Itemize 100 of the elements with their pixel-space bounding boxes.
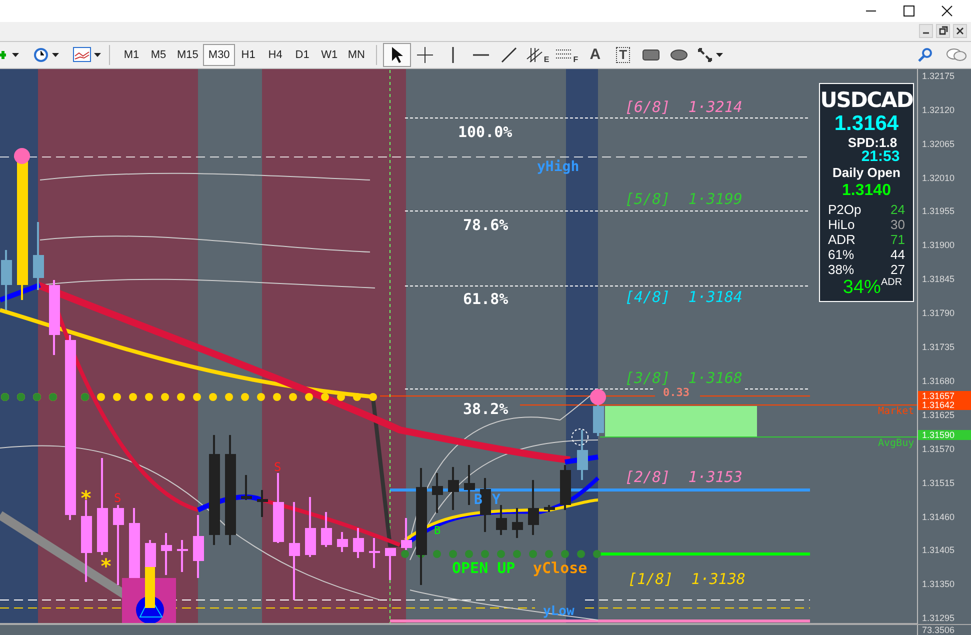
chart-annotation: AvgBuy (878, 438, 914, 449)
murrey-level-label: [2/8] 1·3153 (625, 470, 742, 485)
price-tick-label: 1.31680 (922, 376, 955, 386)
tool-letter: A (590, 44, 601, 65)
bar-marker (145, 566, 155, 608)
fibonacci-level-label: 38.2% (463, 398, 508, 420)
dashed-circle-marker (572, 428, 588, 446)
candlestick (448, 466, 459, 510)
candlestick (544, 504, 555, 512)
murrey-level-label: [1/8] 1·3138 (628, 572, 746, 587)
vertical-line-icon (452, 46, 454, 63)
candlestick (496, 504, 507, 535)
candlestick (257, 490, 268, 517)
timeframe-button[interactable]: W1 (316, 44, 343, 66)
chart-annotation: S (114, 492, 122, 504)
chart-annotation: S (274, 460, 282, 473)
candlestick (193, 514, 204, 578)
drawing-tool-button[interactable]: A (581, 42, 610, 67)
diagonal-line-icon (500, 46, 518, 64)
stat-value: 30 (890, 218, 905, 231)
candlestick (385, 548, 396, 580)
candlestick (432, 472, 443, 513)
chart-annotation: B (474, 492, 482, 507)
adr-percent: 34% (842, 278, 881, 297)
price-tick-label: 1.31295 (922, 614, 955, 624)
candlestick (161, 532, 172, 575)
minimize-icon[interactable] (919, 24, 933, 38)
price-tick-label: 1.31845 (922, 275, 955, 284)
clock-icon[interactable] (33, 46, 49, 63)
price-tick-label: 1.31625 (922, 410, 955, 420)
restore-icon[interactable] (936, 24, 950, 38)
price-tick-label: 1.32065 (922, 140, 955, 149)
marker-dot (590, 388, 606, 405)
price-tick-label: 1.31790 (922, 309, 955, 318)
price-tick-label: 1.32010 (922, 174, 955, 183)
search-icon[interactable] (917, 46, 933, 63)
rectangle-icon (642, 48, 660, 61)
chart-annotation: 0.33 (663, 386, 690, 398)
murrey-level-label: [5/8] 1·3199 (625, 192, 742, 207)
candlestick (321, 512, 332, 547)
chart-window-icon[interactable] (73, 47, 91, 62)
caret-icon (52, 52, 59, 57)
stat-value: 71 (890, 232, 905, 246)
current-price: 1.3164 (834, 112, 899, 134)
horizontal-line-icon (472, 54, 489, 56)
stat-name: ADR (828, 232, 856, 246)
caret-icon (94, 52, 101, 57)
drawing-tool-button[interactable]: T (609, 42, 638, 67)
chart-annotation: Market (878, 406, 914, 417)
candlestick (177, 540, 188, 572)
stat-value: 44 (890, 248, 905, 261)
caret-icon (12, 52, 19, 57)
stat-value: 24 (890, 202, 905, 216)
chart-annotation: yHigh (537, 160, 580, 174)
timeframe-button[interactable]: M5 (145, 44, 172, 66)
price-tag: 1.31657 (918, 390, 971, 401)
chart-annotation: * (80, 488, 92, 508)
price-tick-label: 1.31955 (922, 207, 955, 216)
candlestick (305, 496, 316, 557)
time-value: 21:53 (861, 148, 900, 164)
caret-icon (716, 52, 724, 57)
fibonacci-level-label: 78.6% (463, 214, 508, 236)
price-tick-label: 1.31405 (922, 546, 955, 556)
price-tick-label: 1.32120 (922, 106, 955, 115)
chart-annotation: Y (492, 492, 500, 507)
candlestick (401, 518, 412, 550)
timeframe-button[interactable]: D1 (288, 44, 316, 66)
chart-annotation: * (100, 556, 112, 576)
candlestick (353, 528, 364, 558)
candlestick (241, 474, 252, 500)
timeframe-button[interactable]: M15 (172, 44, 204, 66)
maximize-icon[interactable] (903, 4, 915, 17)
price-tick-label: 1.31350 (922, 580, 955, 590)
candlestick (464, 464, 475, 505)
murrey-level-label: [4/8] 1·3184 (625, 290, 742, 305)
stat-name: 38% (828, 262, 854, 276)
timeframe-button[interactable]: H4 (262, 44, 289, 66)
channel-lines-icon (526, 46, 544, 64)
ellipse-icon (670, 48, 688, 61)
symbol-name: USDCAD (820, 90, 913, 111)
chat-bubbles-icon[interactable] (945, 46, 967, 63)
candlestick (512, 508, 523, 538)
drawing-tool-button[interactable]: E (522, 42, 552, 67)
candlestick (480, 478, 491, 532)
drawing-tool-button[interactable]: F (552, 42, 582, 67)
chart-annotation: OPEN UP (452, 560, 516, 576)
tool-letter: F (573, 56, 578, 64)
indicator-reading: 73.3506 (921, 625, 956, 635)
stat-name: 61% (828, 248, 854, 261)
price-tag: 1.31642 (918, 400, 971, 410)
candlestick (577, 430, 588, 480)
price-tick-label: 1.31515 (922, 478, 955, 488)
timeframe-button[interactable]: H1 (234, 44, 262, 66)
timeframe-button[interactable]: MN (342, 44, 370, 66)
timeframe-button[interactable]: M30 (203, 44, 235, 66)
candlestick (33, 222, 44, 290)
drawing-tool-button[interactable] (382, 42, 411, 67)
close-icon[interactable] (941, 4, 953, 17)
timeframe-button[interactable]: M1 (118, 44, 145, 66)
candlestick (528, 480, 539, 535)
